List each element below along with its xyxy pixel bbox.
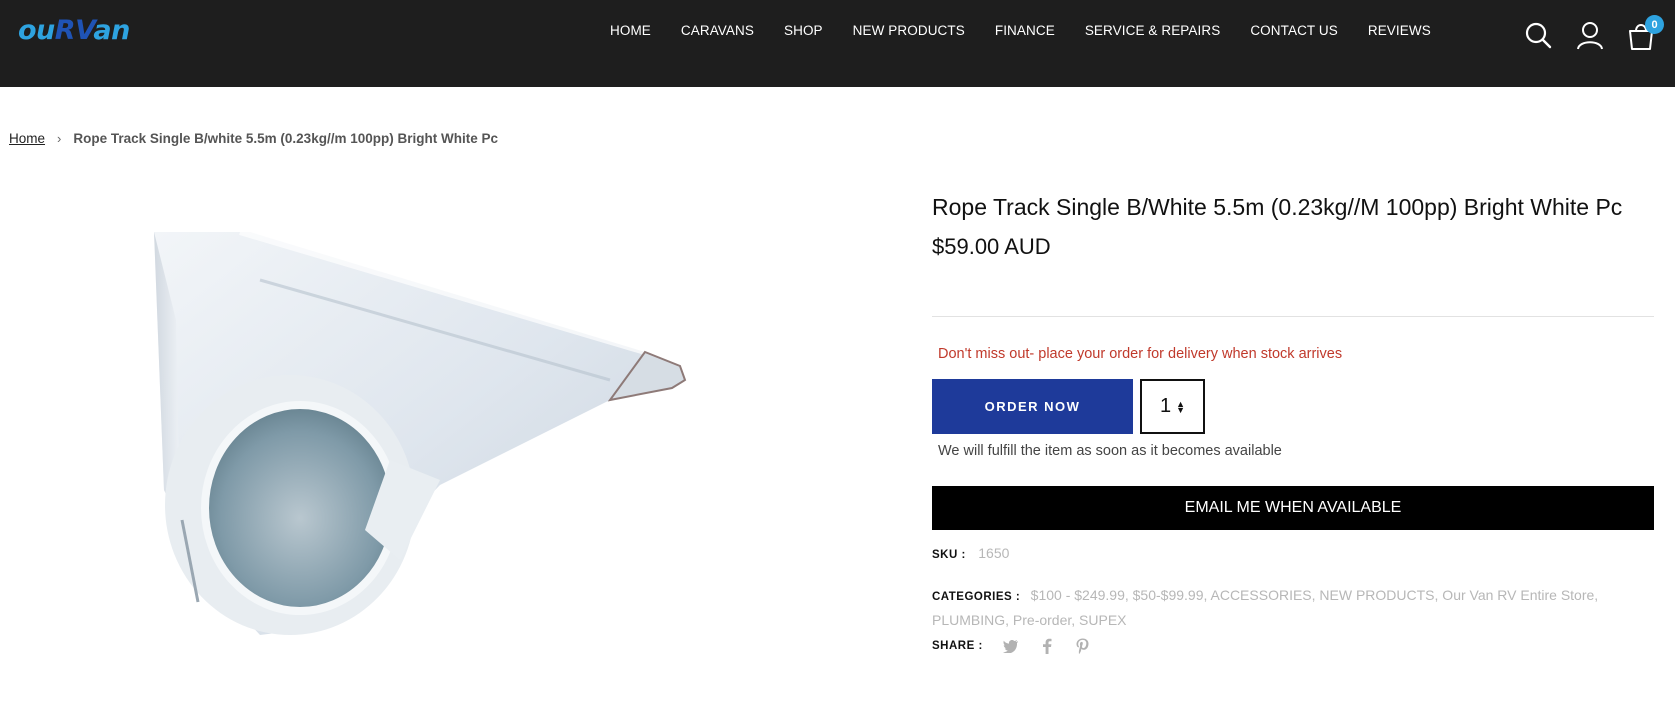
nav-reviews[interactable]: REVIEWS bbox=[1368, 23, 1431, 38]
sku-label: SKU : bbox=[932, 549, 966, 561]
product-info: Rope Track Single B/White 5.5m (0.23kg//… bbox=[932, 194, 1654, 260]
info-divider bbox=[932, 316, 1654, 317]
main-nav: HOME CARAVANS SHOP NEW PRODUCTS FINANCE … bbox=[610, 23, 1461, 38]
sku-row: SKU : 1650 bbox=[932, 545, 1009, 563]
product-image[interactable] bbox=[140, 229, 700, 650]
logo-text-part2: RV bbox=[54, 15, 94, 46]
nav-caravans[interactable]: CARAVANS bbox=[681, 23, 754, 38]
product-title: Rope Track Single B/White 5.5m (0.23kg//… bbox=[932, 194, 1623, 220]
categories-label: CATEGORIES : bbox=[932, 591, 1021, 603]
quantity-value: 1 bbox=[1159, 395, 1172, 417]
quantity-stepper[interactable]: 1 ▲ ▼ bbox=[1140, 379, 1205, 434]
nav-service-repairs[interactable]: SERVICE & REPAIRS bbox=[1085, 23, 1221, 38]
nav-home[interactable]: HOME bbox=[610, 23, 651, 38]
breadcrumb-home[interactable]: Home bbox=[9, 131, 45, 146]
email-when-available-button[interactable]: EMAIL ME WHEN AVAILABLE bbox=[932, 486, 1654, 530]
twitter-icon[interactable] bbox=[1002, 638, 1019, 654]
pinterest-icon[interactable] bbox=[1075, 638, 1091, 654]
sku-value: 1650 bbox=[978, 545, 1010, 561]
cart-count-badge: 0 bbox=[1645, 15, 1664, 34]
nav-finance[interactable]: FINANCE bbox=[995, 23, 1055, 38]
site-header: ouRVan HOME CARAVANS SHOP NEW PRODUCTS F… bbox=[0, 0, 1675, 87]
product-price: $59.00 AUD bbox=[932, 234, 1051, 259]
breadcrumb-current: Rope Track Single B/white 5.5m (0.23kg//… bbox=[73, 131, 498, 146]
user-icon[interactable] bbox=[1573, 18, 1607, 52]
fulfill-note: We will fulfill the item as soon as it b… bbox=[938, 443, 1282, 459]
stock-notice: Don't miss out- place your order for del… bbox=[938, 346, 1343, 362]
stepper-arrows-icon[interactable]: ▲ ▼ bbox=[1176, 399, 1185, 414]
search-icon[interactable] bbox=[1522, 18, 1556, 52]
breadcrumb-separator: › bbox=[57, 131, 62, 146]
share-label: SHARE : bbox=[932, 640, 983, 652]
logo-text-part1: ou bbox=[18, 15, 55, 46]
nav-contact-us[interactable]: CONTACT US bbox=[1250, 23, 1338, 38]
nav-new-products[interactable]: NEW PRODUCTS bbox=[853, 23, 965, 38]
site-logo[interactable]: ouRVan bbox=[18, 15, 130, 49]
categories-value[interactable]: $100 - $249.99, $50-$99.99, ACCESSORIES,… bbox=[932, 587, 1598, 628]
cart-icon[interactable]: 0 bbox=[1624, 15, 1664, 52]
share-row: SHARE : bbox=[932, 638, 1091, 654]
facebook-icon[interactable] bbox=[1039, 638, 1055, 654]
order-now-button[interactable]: ORDER NOW bbox=[932, 379, 1133, 434]
breadcrumb: Home › Rope Track Single B/white 5.5m (0… bbox=[9, 131, 498, 146]
nav-shop[interactable]: SHOP bbox=[784, 23, 823, 38]
categories-row: CATEGORIES : $100 - $249.99, $50-$99.99,… bbox=[932, 584, 1632, 632]
logo-text-part3: an bbox=[93, 15, 130, 46]
